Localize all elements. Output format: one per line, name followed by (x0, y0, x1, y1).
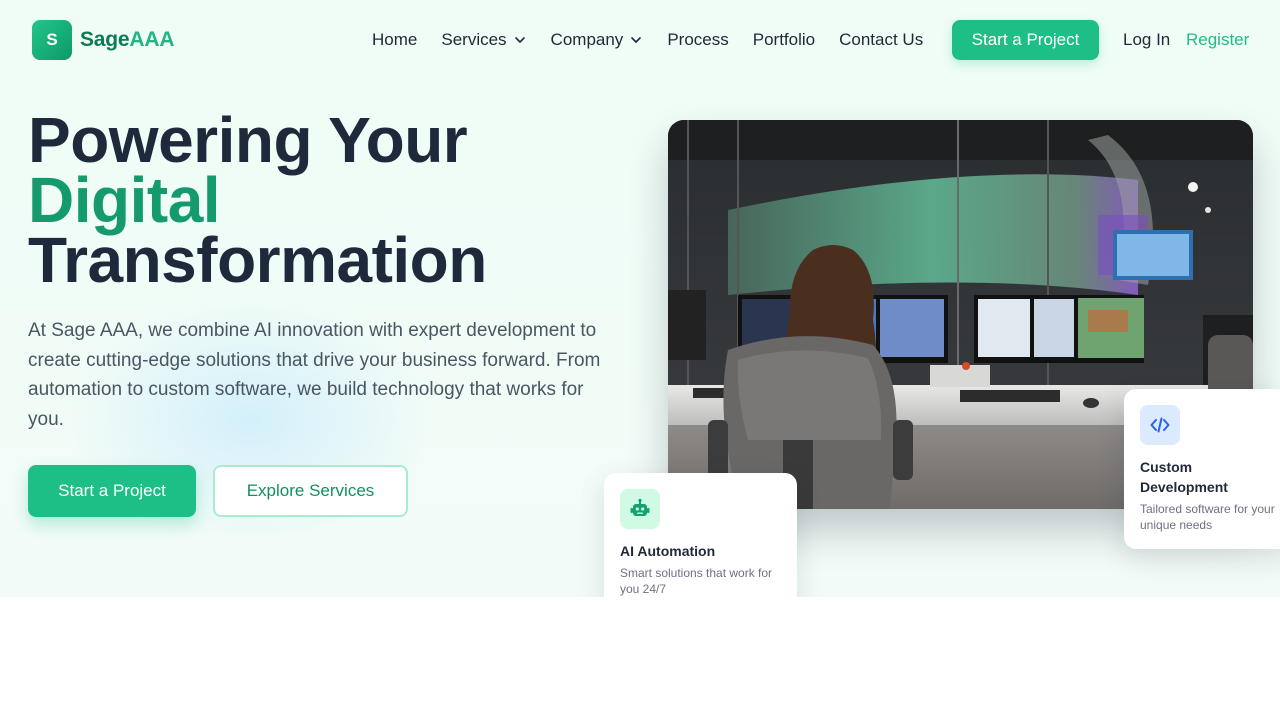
brand-name-part2: AAA (129, 28, 175, 51)
nav-services[interactable]: Services (441, 30, 526, 50)
nav-company-label: Company (550, 30, 624, 49)
nav-company[interactable]: Company (551, 30, 644, 50)
nav-contact[interactable]: Contact Us (839, 30, 923, 50)
hero-headline: Powering Your Digital Transformation (28, 104, 487, 296)
explore-services-button[interactable]: Explore Services (213, 465, 408, 517)
logo-mark: S (32, 20, 72, 60)
nav-portfolio[interactable]: Portfolio (753, 30, 815, 50)
hero-section: S SageAAA Home Services Company Process … (0, 0, 1280, 597)
nav-start-project-button[interactable]: Start a Project (952, 20, 1099, 60)
ai-card-subtitle: Smart solutions that work for you 24/7 (620, 566, 773, 596)
nav-links: Home Services Company Process Portfolio … (372, 20, 923, 60)
headline-line-3: Transformation (28, 224, 487, 296)
login-link[interactable]: Log In (1123, 30, 1170, 50)
nav-home[interactable]: Home (372, 30, 417, 50)
brand-name-part1: Sage (80, 28, 130, 51)
register-link[interactable]: Register (1186, 30, 1249, 50)
code-icon-wrap (1140, 405, 1180, 445)
robot-icon (630, 498, 650, 516)
chevron-down-icon (631, 37, 642, 43)
nav-services-label: Services (441, 30, 507, 49)
headline-line-2: Digital (28, 164, 221, 236)
start-project-button[interactable]: Start a Project (28, 465, 196, 517)
chevron-down-icon (514, 37, 525, 43)
dev-card-subtitle: Tailored software for your unique needs (1140, 502, 1275, 532)
robot-icon-wrap (620, 489, 660, 529)
nav-home-label: Home (372, 30, 418, 49)
hero-description: At Sage AAA, we combine AI innovation wi… (28, 320, 601, 430)
custom-development-card[interactable]: Custom Development Tailored software for… (1124, 389, 1280, 549)
nav-portfolio-label: Portfolio (752, 30, 816, 49)
headline-line-1: Powering Your (28, 104, 468, 176)
brand-logo[interactable]: S SageAAA (32, 20, 175, 60)
code-icon (1150, 417, 1170, 433)
brand-name: SageAAA (80, 28, 175, 52)
ai-card-title: AI Automation (620, 543, 716, 559)
nav-process[interactable]: Process (667, 30, 728, 50)
dev-card-title: Custom Development (1140, 459, 1228, 495)
top-navigation: S SageAAA Home Services Company Process … (0, 0, 1280, 80)
nav-contact-label: Contact Us (839, 30, 924, 49)
nav-process-label: Process (667, 30, 729, 49)
ai-automation-card[interactable]: AI Automation Smart solutions that work … (604, 473, 797, 597)
